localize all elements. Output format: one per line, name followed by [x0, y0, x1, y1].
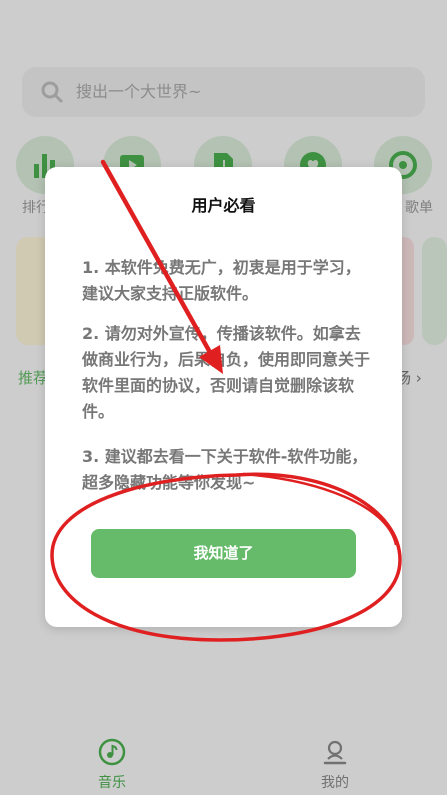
dialog-paragraph-1: 1. 本软件免费无广，初衷是用于学习，建议大家支持正版软件。: [82, 258, 361, 303]
dialog-paragraph-3: 3. 建议都去看一下关于软件-软件功能，超多隐藏功能等你发现~: [82, 447, 368, 492]
dialog-title: 用户必看: [191, 196, 256, 215]
notice-dialog: 用户必看 1. 本软件免费无广，初衷是用于学习，建议大家支持正版软件。 2. 请…: [45, 167, 402, 627]
dialog-paragraph-2: 2. 请勿对外宣传，传播该软件。如拿去做商业行为，后果自负，使用即同意关于软件里…: [82, 324, 371, 421]
confirm-button[interactable]: 我知道了: [91, 529, 356, 578]
